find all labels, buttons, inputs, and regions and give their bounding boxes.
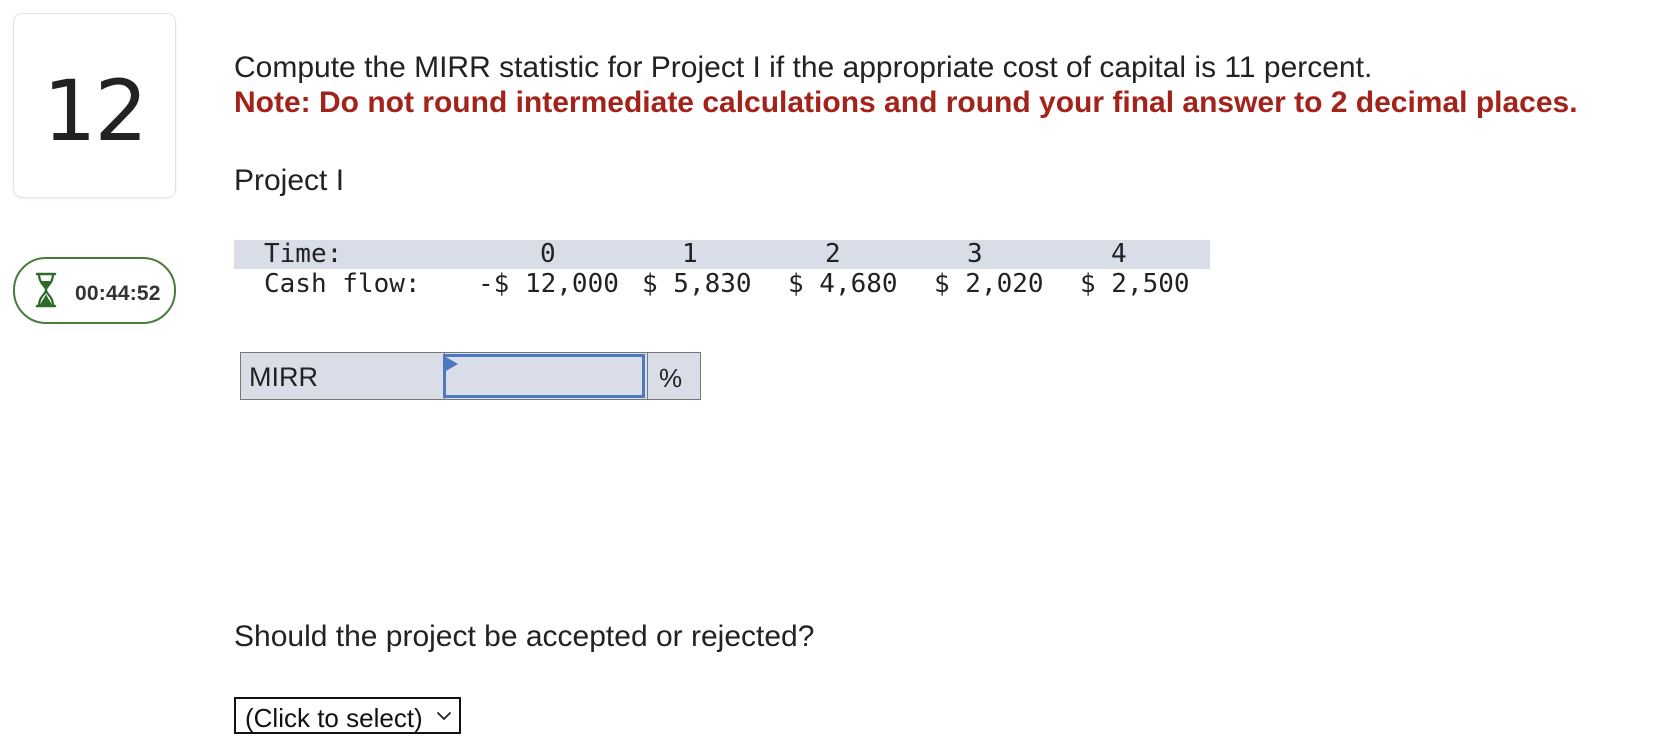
select-value: (Click to select) xyxy=(245,703,423,733)
question-number: 12 xyxy=(43,62,148,160)
cash-flow-cell: $ 5,830 xyxy=(642,269,752,299)
accept-reject-select[interactable]: (Click to select) xyxy=(234,697,461,734)
timer-badge: 00:44:52 xyxy=(13,257,176,324)
input-flag-icon xyxy=(446,357,458,371)
mirr-label: MIRR xyxy=(249,362,318,392)
time-cell: 3 xyxy=(967,239,983,269)
mirr-answer-row: MIRR % xyxy=(240,352,701,400)
question-number-card: 12 xyxy=(13,13,176,198)
time-cell: 4 xyxy=(1111,239,1127,269)
project-title: Project I xyxy=(234,164,345,197)
mirr-divider xyxy=(647,353,648,399)
cash-flow-cell: $ 4,680 xyxy=(788,269,898,299)
mirr-input[interactable] xyxy=(443,354,645,398)
timer-value: 00:44:52 xyxy=(75,282,161,305)
time-label: Time: xyxy=(264,239,343,269)
cash-flow-cell: -$ 12,000 xyxy=(478,269,619,299)
rounding-note: Note: Do not round intermediate calculat… xyxy=(234,86,1578,119)
cash-flow-cell: $ 2,500 xyxy=(1080,269,1190,299)
cash-flow-label: Cash flow: xyxy=(264,269,421,299)
cash-flow-header-band xyxy=(234,240,1210,269)
percent-unit: % xyxy=(659,363,683,393)
time-cell: 2 xyxy=(825,239,841,269)
time-cell: 1 xyxy=(682,239,698,269)
cash-flow-cell: $ 2,020 xyxy=(934,269,1044,299)
chevron-down-icon xyxy=(437,712,451,720)
question-prompt: Compute the MIRR statistic for Project I… xyxy=(234,51,1373,84)
time-cell: 0 xyxy=(540,239,556,269)
decision-question: Should the project be accepted or reject… xyxy=(234,620,815,653)
hourglass-icon xyxy=(35,272,57,308)
